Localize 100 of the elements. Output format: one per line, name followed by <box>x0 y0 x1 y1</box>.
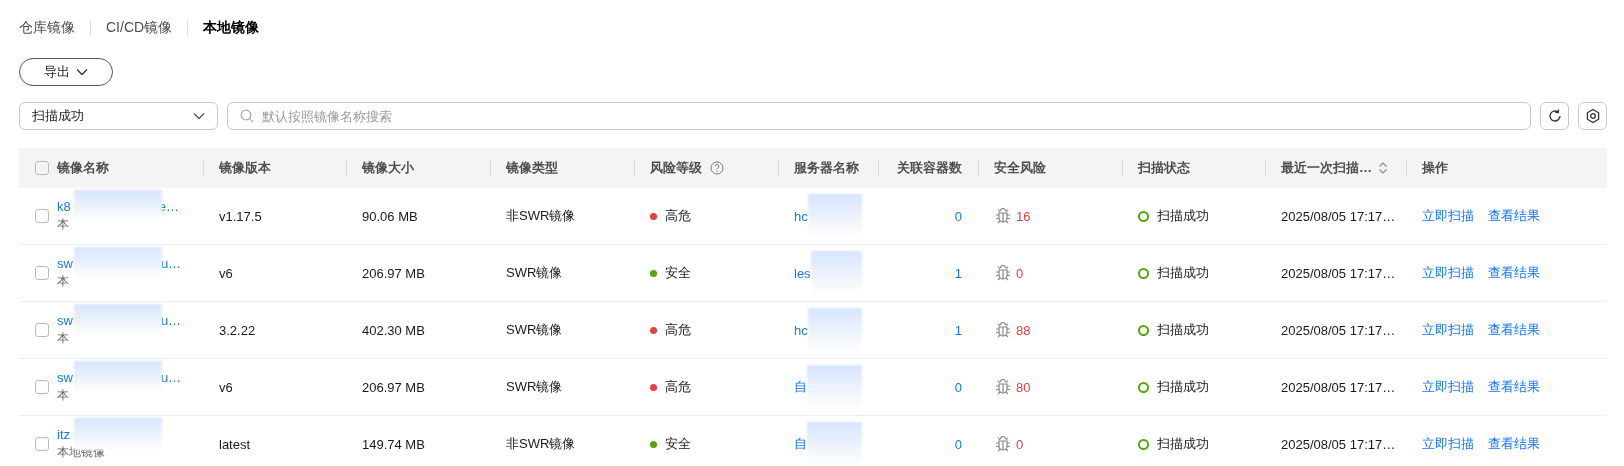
column-header: 安全风险 <box>994 159 1046 177</box>
chevron-icon <box>76 68 88 76</box>
settings-button[interactable] <box>1578 102 1607 130</box>
scan-status: 扫描成功 <box>1157 207 1209 225</box>
sort-icon[interactable] <box>1378 161 1388 175</box>
row-checkbox[interactable] <box>35 380 49 394</box>
column-header: 镜像版本 <box>219 159 271 177</box>
action-link[interactable]: 查看结果 <box>1488 321 1540 339</box>
action-link[interactable]: 查看结果 <box>1488 207 1540 225</box>
row-checkbox[interactable] <box>35 323 49 337</box>
container-count-link[interactable]: 1 <box>954 265 962 281</box>
status-ring-icon <box>1138 381 1149 393</box>
action-link[interactable]: 立即扫描 <box>1422 321 1474 339</box>
table-cell: 149.74 MB <box>362 436 425 452</box>
container-count-link[interactable]: 0 <box>954 379 962 395</box>
server-name-link[interactable]: hc <box>794 322 808 338</box>
status-select[interactable]: 扫描成功 <box>19 102 218 130</box>
table-cell: SWR镜像 <box>506 321 563 339</box>
vulnerability-count: 88 <box>1016 322 1031 338</box>
row-checkbox[interactable] <box>35 266 49 280</box>
image-source: 本 <box>57 273 70 290</box>
table-cell: v6 <box>219 265 233 281</box>
table-cell: 3.2.22 <box>219 322 256 338</box>
column-header: 镜像类型 <box>506 159 558 177</box>
column-header: 关联容器数 <box>897 159 962 177</box>
table-cell: SWR镜像 <box>506 378 563 396</box>
image-name-link[interactable]: sw <box>57 313 73 328</box>
row-checkbox[interactable] <box>35 209 49 223</box>
select-all-checkbox[interactable] <box>35 161 49 175</box>
refresh-button[interactable] <box>1540 102 1569 130</box>
column-header: 服务器名称 <box>794 159 859 177</box>
table-cell: latest <box>219 436 251 452</box>
image-name-link[interactable]: itz <box>57 427 70 442</box>
search-field[interactable]: 默认按照镜像名称搜索 <box>227 102 1531 130</box>
tab[interactable]: CI/CD镜像 <box>106 19 173 37</box>
image-name-link[interactable]: k8 <box>57 199 71 214</box>
chevron-icon <box>193 112 205 120</box>
image-name-link[interactable]: sw <box>57 370 73 385</box>
table-cell: 非SWR镜像 <box>506 435 576 453</box>
action-link[interactable]: 立即扫描 <box>1422 435 1474 453</box>
server-name-link[interactable]: 自 <box>794 435 807 453</box>
bug-icon <box>994 321 1012 339</box>
column-header[interactable]: 最近一次扫描… <box>1281 159 1372 177</box>
status-ring-icon <box>1138 210 1149 222</box>
table-cell: 2025/08/05 17:17… <box>1281 436 1396 452</box>
vulnerability-count: 0 <box>1016 265 1024 281</box>
risk-level: 高危 <box>665 378 691 396</box>
server-name-link[interactable]: hc <box>794 208 808 224</box>
bug-icon <box>994 435 1012 453</box>
table-cell: 402.30 MB <box>362 322 425 338</box>
vulnerability-count: 0 <box>1016 436 1024 452</box>
action-link[interactable]: 查看结果 <box>1488 264 1540 282</box>
column-header: 操作 <box>1422 159 1448 177</box>
action-link[interactable]: 查看结果 <box>1488 378 1540 396</box>
tab[interactable]: 仓库镜像 <box>19 19 75 37</box>
scan-status: 扫描成功 <box>1157 378 1209 396</box>
refresh-icon <box>1546 108 1563 124</box>
table-cell: 90.06 MB <box>362 208 418 224</box>
image-name-link[interactable]: u… <box>160 370 182 385</box>
action-link[interactable]: 立即扫描 <box>1422 207 1474 225</box>
image-name-link[interactable]: sw <box>57 256 73 271</box>
scan-status: 扫描成功 <box>1157 435 1209 453</box>
table-cell: 2025/08/05 17:17… <box>1281 322 1396 338</box>
action-link[interactable]: 立即扫描 <box>1422 378 1474 396</box>
tab[interactable]: 本地镜像 <box>203 19 260 37</box>
server-name-link[interactable]: 自 <box>794 378 807 396</box>
risk-level: 安全 <box>665 264 691 282</box>
export-button[interactable]: 导出 <box>19 58 113 86</box>
image-name-link[interactable]: u… <box>160 256 182 271</box>
help-icon[interactable] <box>710 161 724 175</box>
settings-icon <box>1584 108 1601 124</box>
column-header: 镜像名称 <box>57 159 109 177</box>
container-count-link[interactable]: 0 <box>954 436 962 452</box>
table-cell: 206.97 MB <box>362 379 425 395</box>
column-header: 镜像大小 <box>362 159 414 177</box>
vulnerability-count: 80 <box>1016 379 1031 395</box>
search-icon <box>240 109 254 123</box>
vulnerability-count: 16 <box>1016 208 1031 224</box>
column-header: 风险等级 <box>650 159 702 177</box>
container-count-link[interactable]: 1 <box>954 322 962 338</box>
column-header: 扫描状态 <box>1138 159 1190 177</box>
table-cell: v1.17.5 <box>219 208 262 224</box>
action-link[interactable]: 查看结果 <box>1488 435 1540 453</box>
status-ring-icon <box>1138 324 1149 336</box>
table-cell: 非SWR镜像 <box>506 207 576 225</box>
action-link[interactable]: 立即扫描 <box>1422 264 1474 282</box>
table-cell: 2025/08/05 17:17… <box>1281 208 1396 224</box>
bug-icon <box>994 207 1012 225</box>
image-source: 本 <box>57 216 70 233</box>
container-count-link[interactable]: 0 <box>954 208 962 224</box>
image-name-link[interactable]: u… <box>160 313 182 328</box>
table-cell: 206.97 MB <box>362 265 425 281</box>
bug-icon <box>994 378 1012 396</box>
server-name-link[interactable]: les <box>794 265 811 281</box>
table-cell: 2025/08/05 17:17… <box>1281 265 1396 281</box>
row-checkbox[interactable] <box>35 437 49 451</box>
scan-status: 扫描成功 <box>1157 264 1209 282</box>
table-cell: SWR镜像 <box>506 264 563 282</box>
status-ring-icon <box>1138 267 1149 279</box>
image-source: 本 <box>57 387 70 404</box>
